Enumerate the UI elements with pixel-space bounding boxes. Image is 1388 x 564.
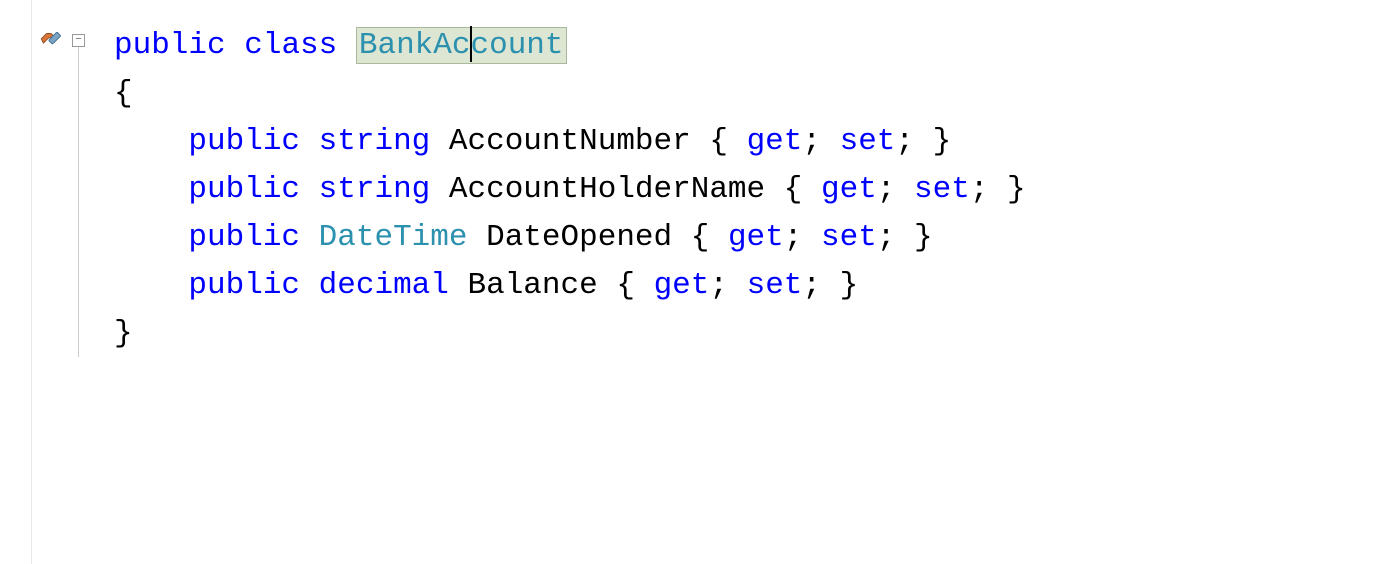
type-string: string	[319, 124, 431, 159]
code-line[interactable]: }	[114, 310, 1388, 358]
code-line[interactable]: public string AccountHolderName { get; s…	[114, 166, 1388, 214]
type-datetime: DateTime	[319, 220, 468, 255]
code-line[interactable]: {	[114, 70, 1388, 118]
keyword-set: set	[821, 220, 877, 255]
brace-close: }	[114, 316, 133, 351]
type-string: string	[319, 172, 431, 207]
keyword-class: class	[244, 28, 337, 63]
keyword-set: set	[840, 124, 896, 159]
keyword-public: public	[188, 268, 300, 303]
property-name: AccountHolderName	[449, 172, 765, 207]
property-name: DateOpened	[486, 220, 672, 255]
keyword-public: public	[188, 220, 300, 255]
keyword-public: public	[114, 28, 226, 63]
brace-open: {	[114, 76, 133, 111]
keyword-get: get	[821, 172, 877, 207]
keyword-set: set	[747, 268, 803, 303]
indicator-margin	[0, 0, 32, 564]
property-name: AccountNumber	[449, 124, 691, 159]
keyword-get: get	[654, 268, 710, 303]
code-editor[interactable]: public class BankAccount { public string …	[32, 0, 1388, 564]
keyword-get: get	[747, 124, 803, 159]
code-line[interactable]: public class BankAccount	[114, 22, 1388, 70]
code-line[interactable]: public decimal Balance { get; set; }	[114, 262, 1388, 310]
code-line[interactable]: public string AccountNumber { get; set; …	[114, 118, 1388, 166]
class-name-highlighted[interactable]: BankAccount	[356, 27, 567, 64]
code-line[interactable]: public DateTime DateOpened { get; set; }	[114, 214, 1388, 262]
keyword-public: public	[188, 124, 300, 159]
keyword-get: get	[728, 220, 784, 255]
text-cursor	[470, 26, 472, 62]
type-decimal: decimal	[319, 268, 449, 303]
keyword-set: set	[914, 172, 970, 207]
keyword-public: public	[188, 172, 300, 207]
property-name: Balance	[468, 268, 598, 303]
